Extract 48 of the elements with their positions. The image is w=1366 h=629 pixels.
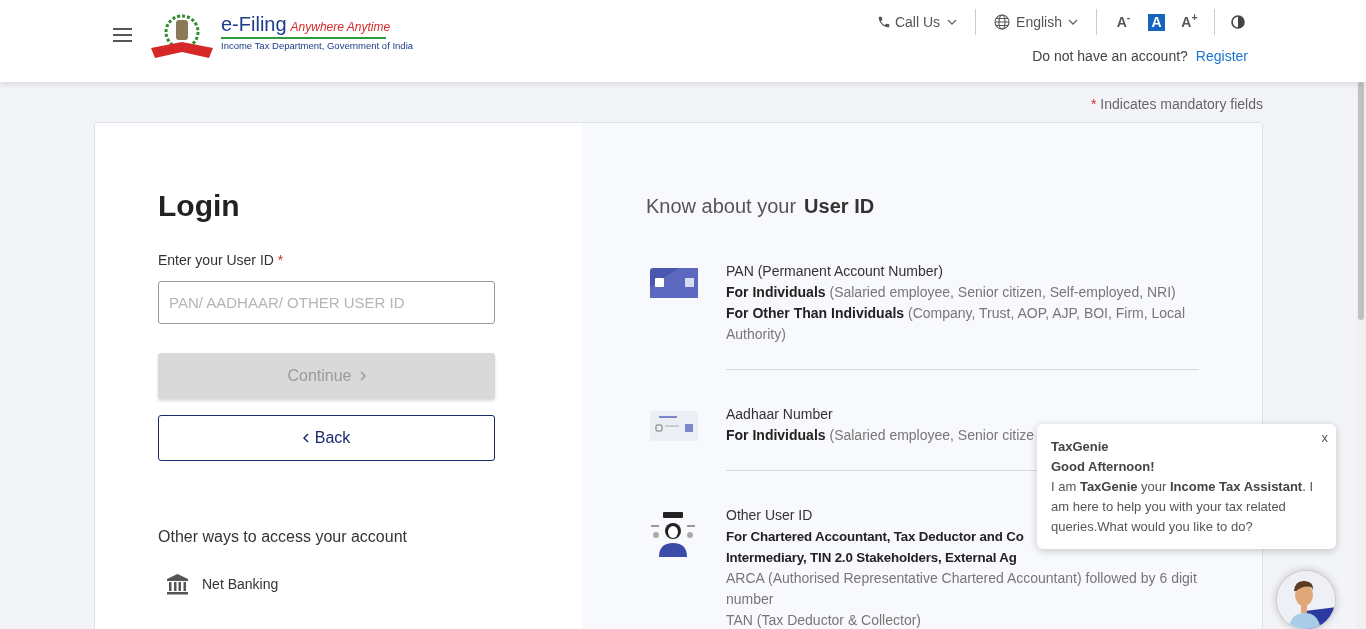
back-button[interactable]: Back bbox=[158, 415, 495, 461]
menu-icon[interactable] bbox=[113, 28, 132, 42]
close-button[interactable]: x bbox=[1321, 428, 1328, 448]
id-type-detail: Intermediary, TIN 2.0 Stakeholders, External Ag bbox=[726, 549, 1017, 567]
emblem-icon bbox=[149, 12, 215, 60]
id-type-note: TAN (Tax Deductor & Collector) bbox=[726, 611, 921, 629]
logo-subtitle: Income Tax Department, Government of India bbox=[221, 39, 414, 53]
person-icon bbox=[649, 511, 697, 559]
id-type-detail: For Other Than Individuals (Company, Trust, AOP, AJP, BOI, Firm, Local Authority) bbox=[726, 304, 1186, 344]
register-link[interactable]: Register bbox=[1195, 46, 1248, 67]
id-type-title: Aadhaar Number bbox=[726, 405, 833, 424]
globe-icon bbox=[994, 14, 1011, 30]
chevron-down-icon bbox=[1068, 19, 1078, 25]
id-type-title: PAN (Permanent Account Number) bbox=[726, 262, 943, 281]
language-dropdown[interactable]: English bbox=[994, 11, 1078, 33]
call-us-dropdown[interactable]: Call Us bbox=[876, 11, 958, 33]
user-id-field[interactable]: PAN/ AADHAAR/ OTHER USER ID bbox=[158, 281, 495, 324]
chevron-left-icon bbox=[302, 433, 309, 443]
bank-icon bbox=[166, 573, 189, 595]
net-banking-link[interactable]: Net Banking bbox=[166, 573, 582, 595]
phone-icon bbox=[876, 15, 891, 29]
chat-message: I am TaxGenie your Income Tax Assistant. I am here to help you with your tax related queries.What would you like to do? bbox=[1051, 478, 1315, 536]
font-size-button[interactable]: A$^{-}$ bbox=[1115, 13, 1132, 31]
id-type-detail: For Individuals (Salaried employee, Senior citize bbox=[726, 426, 1035, 445]
contrast-icon[interactable] bbox=[1231, 15, 1245, 29]
account-prompt: Do not have an account? bbox=[1032, 47, 1188, 66]
id-type-note: ARCA (Authorised Representative Chartered Accountant) followed by 6 digit number bbox=[726, 569, 1198, 609]
chat-greeting: Good Afternoon! bbox=[1051, 458, 1155, 476]
font-size-button[interactable]: A$^{+}$ bbox=[1181, 13, 1198, 31]
id-card-icon bbox=[649, 267, 699, 301]
id-card-icon bbox=[649, 410, 699, 442]
field-label: Enter your User ID * bbox=[158, 251, 285, 270]
font-size-button[interactable]: A bbox=[1148, 13, 1165, 31]
chevron-right-icon bbox=[359, 371, 366, 381]
chevron-down-icon bbox=[947, 19, 958, 25]
mandatory-note: * Indicates mandatory fields bbox=[1091, 95, 1263, 114]
login-heading: Login bbox=[158, 188, 241, 224]
logo-tagline: Anywhere Anytime bbox=[290, 19, 391, 36]
chat-title: TaxGenie bbox=[1051, 438, 1109, 456]
logo-title: e-Filing bbox=[221, 12, 287, 36]
id-type-detail: For Chartered Accountant, Tax Deductor and Co bbox=[726, 528, 1024, 546]
other-ways-heading: Other ways to access your account bbox=[158, 527, 408, 547]
id-type-detail: For Individuals (Salaried employee, Senior citizen, Self-employed, NRI) bbox=[726, 283, 1176, 302]
id-type-title: Other User ID bbox=[726, 506, 813, 525]
scrollbar-thumb[interactable] bbox=[1358, 82, 1364, 320]
info-heading-bold: User ID bbox=[804, 194, 875, 219]
chat-assistant-button[interactable] bbox=[1276, 570, 1336, 629]
info-heading: Know about your bbox=[646, 194, 797, 219]
